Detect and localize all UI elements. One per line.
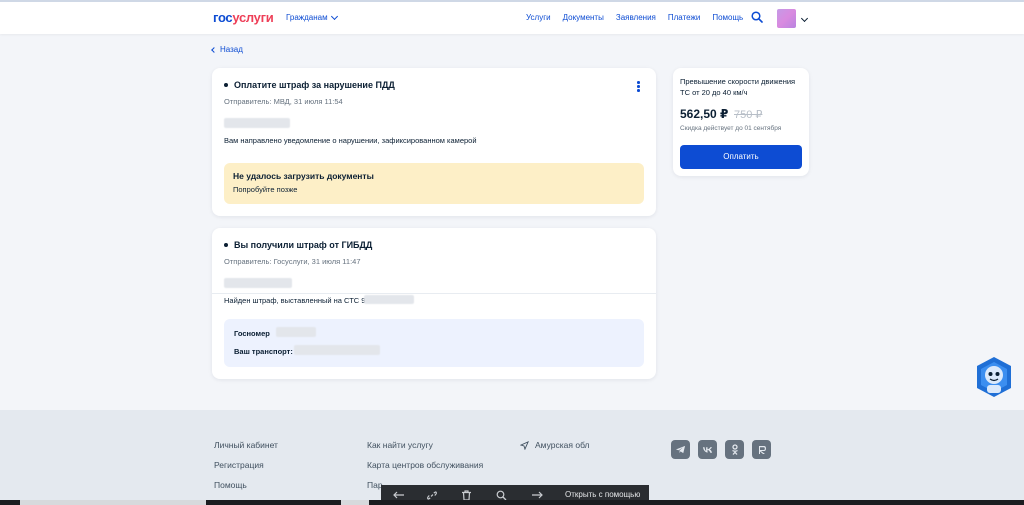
gosuslugi-logo[interactable]: госуслуги bbox=[213, 10, 274, 25]
region-selector[interactable]: Амурская обл bbox=[520, 440, 590, 450]
discounted-price: 562,50 ₽ bbox=[680, 107, 729, 121]
footer-link-help[interactable]: Помощь bbox=[214, 480, 278, 490]
divider bbox=[212, 293, 656, 294]
region-label: Амурская обл bbox=[535, 440, 590, 450]
citizens-dropdown[interactable]: Гражданам bbox=[286, 12, 338, 22]
footer-link-service-centers[interactable]: Карта центров обслуживания bbox=[367, 460, 483, 470]
os-taskbar bbox=[0, 500, 1024, 505]
notice-card-gibdd: Вы получили штраф от ГИБДД Отправитель: … bbox=[212, 228, 656, 379]
back-link[interactable]: Назад bbox=[211, 45, 243, 54]
unread-dot bbox=[224, 243, 228, 247]
redacted-sts bbox=[364, 295, 414, 304]
notice-sender: Отправитель: Госуслуги, 31 июля 11:47 bbox=[224, 257, 361, 266]
footer-link-cabinet[interactable]: Личный кабинет bbox=[214, 440, 278, 450]
telegram-icon[interactable] bbox=[671, 440, 690, 459]
unread-dot bbox=[224, 83, 228, 87]
redacted-text bbox=[224, 118, 290, 128]
pay-button[interactable]: Оплатить bbox=[680, 145, 802, 169]
nav-help[interactable]: Помощь bbox=[712, 13, 743, 22]
vk-icon[interactable] bbox=[698, 440, 717, 459]
citizens-label: Гражданам bbox=[286, 13, 328, 22]
taskbar-segment bbox=[341, 500, 369, 505]
footer-col-account: Личный кабинет Регистрация Помощь bbox=[214, 440, 278, 490]
nav-services[interactable]: Услуги bbox=[526, 13, 551, 22]
vehicle-label: Ваш транспорт: bbox=[234, 347, 293, 356]
notice-sender: Отправитель: МВД, 31 июля 11:54 bbox=[224, 97, 343, 106]
notice-text: Вам направлено уведомление о нарушении, … bbox=[224, 136, 477, 145]
notice-text-label: Найден штраф, выставленный на СТС 9 bbox=[224, 296, 366, 305]
plate-label: Госномер bbox=[234, 329, 270, 338]
nav-applications[interactable]: Заявления bbox=[616, 13, 656, 22]
logo-part-uslugi: услуги bbox=[232, 10, 274, 25]
taskbar-segment bbox=[20, 500, 206, 505]
notice-text: Найден штраф, выставленный на СТС 9 bbox=[224, 296, 365, 305]
chevron-down-icon bbox=[330, 12, 338, 20]
redacted-plate bbox=[276, 327, 316, 337]
footer-col-services: Как найти услугу Карта центров обслужива… bbox=[367, 440, 483, 490]
redacted-vehicle bbox=[294, 345, 380, 355]
nav-payments[interactable]: Платежи bbox=[668, 13, 700, 22]
back-label: Назад bbox=[220, 45, 243, 54]
search-icon[interactable] bbox=[751, 11, 763, 23]
rutube-icon[interactable] bbox=[752, 440, 771, 459]
robot-assistant-icon[interactable] bbox=[972, 355, 1016, 399]
arrow-left-icon[interactable] bbox=[393, 491, 405, 499]
location-arrow-icon bbox=[520, 440, 529, 450]
footer-link-registration[interactable]: Регистрация bbox=[214, 460, 278, 470]
payment-card: Превышение скорости движения ТС от 20 до… bbox=[673, 68, 809, 176]
open-with-button[interactable]: Открыть с помощью bbox=[565, 490, 640, 499]
social-links bbox=[671, 440, 771, 459]
logo-part-gos: гос bbox=[213, 10, 233, 25]
notice-title: Вы получили штраф от ГИБДД bbox=[234, 240, 373, 250]
main-nav: Услуги Документы Заявления Платежи Помощ… bbox=[526, 13, 743, 22]
redacted-text bbox=[224, 278, 292, 288]
profile-chevron-down-icon[interactable] bbox=[800, 14, 809, 23]
original-price: 750 ₽ bbox=[734, 109, 763, 121]
nav-documents[interactable]: Документы bbox=[563, 13, 604, 22]
arrow-right-icon[interactable] bbox=[531, 491, 543, 499]
chevron-left-icon bbox=[211, 46, 217, 53]
warning-box: Не удалось загрузить документы Попробуйт… bbox=[224, 163, 644, 204]
fine-description: Превышение скорости движения ТС от 20 до… bbox=[680, 77, 796, 97]
warning-subtitle: Попробуйте позже bbox=[233, 185, 298, 194]
user-avatar[interactable] bbox=[777, 9, 796, 28]
notice-title: Оплатите штраф за нарушение ПДД bbox=[234, 80, 395, 90]
notice-card-mvd: Оплатите штраф за нарушение ПДД Отправит… bbox=[212, 68, 656, 216]
vehicle-info-box: Госномер Ваш транспорт: bbox=[224, 319, 644, 367]
warning-title: Не удалось загрузить документы bbox=[233, 171, 374, 181]
more-options-icon[interactable] bbox=[637, 81, 640, 92]
discount-note: Скидка действует до 01 сентября bbox=[680, 125, 782, 132]
footer-link-find-service[interactable]: Как найти услугу bbox=[367, 440, 483, 450]
top-header: госуслуги Гражданам Услуги Документы Зая… bbox=[0, 0, 1024, 34]
odnoklassniki-icon[interactable] bbox=[725, 440, 744, 459]
